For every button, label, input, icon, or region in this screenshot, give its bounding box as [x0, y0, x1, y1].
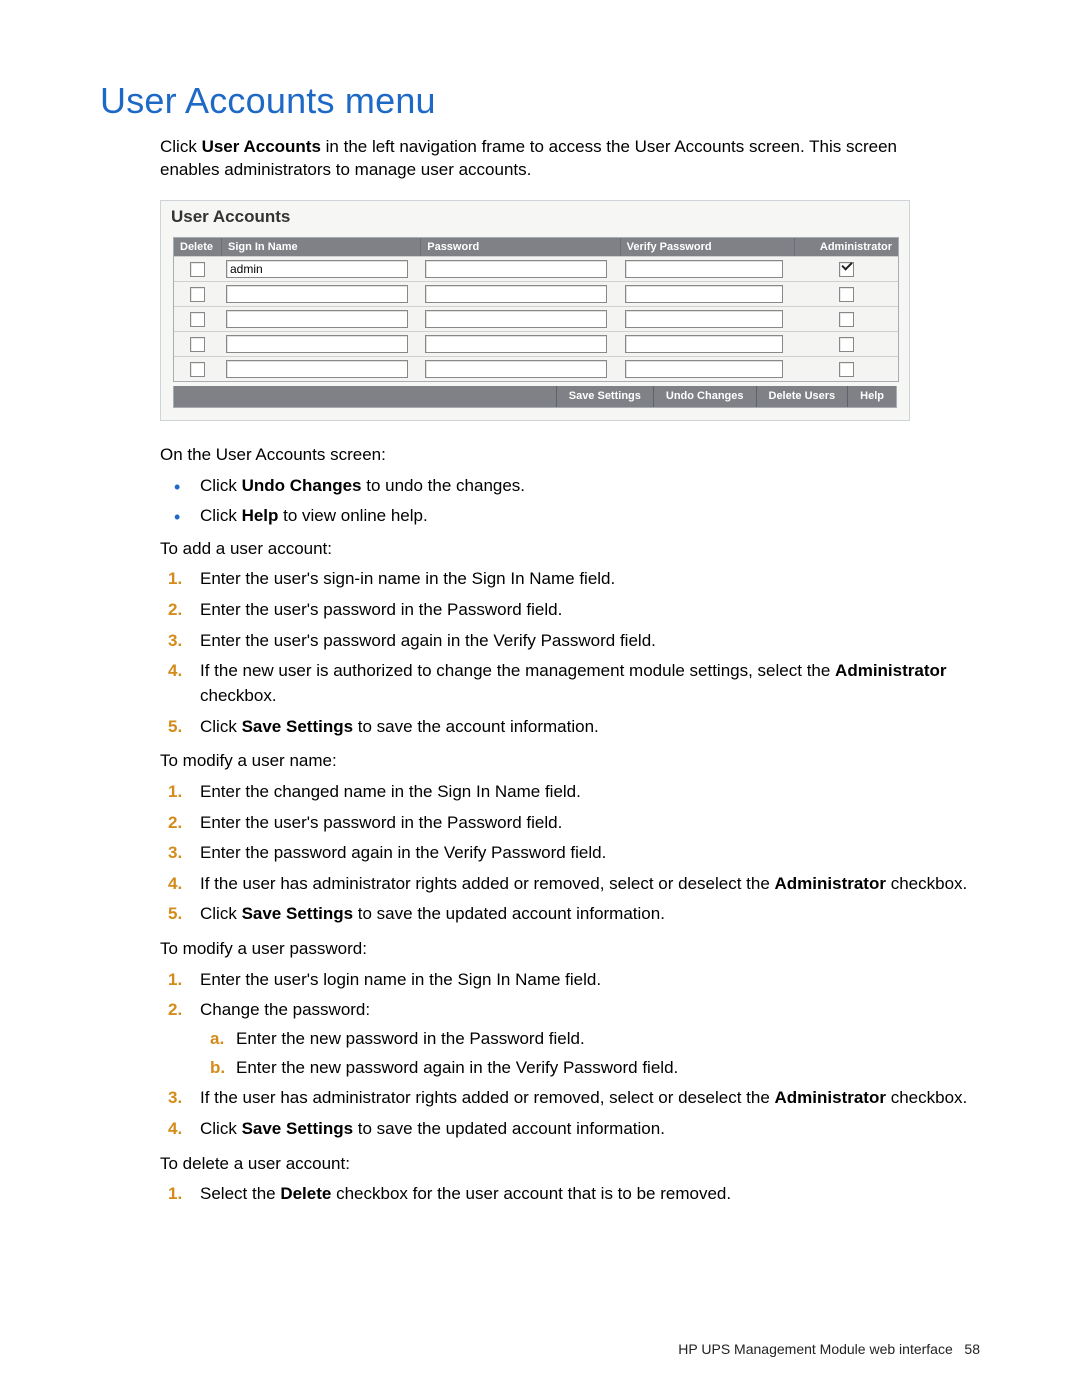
table-row: [174, 331, 898, 356]
table-row: [174, 306, 898, 331]
verify-password-input[interactable]: [625, 285, 783, 303]
verify-password-input[interactable]: [625, 335, 783, 353]
delete-users-button[interactable]: Delete Users: [756, 386, 848, 407]
administrator-checkbox[interactable]: [839, 287, 854, 302]
list-item: Enter the changed name in the Sign In Na…: [160, 780, 980, 805]
panel-title: User Accounts: [161, 201, 909, 231]
delete-checkbox[interactable]: [190, 287, 205, 302]
col-sign-in-name: Sign In Name: [222, 238, 421, 256]
list-item: Click Save Settings to save the account …: [160, 715, 980, 740]
list-item: Enter the password again in the Verify P…: [160, 841, 980, 866]
delete-checkbox[interactable]: [190, 362, 205, 377]
password-input[interactable]: [425, 335, 607, 353]
help-button[interactable]: Help: [847, 386, 896, 407]
table-row: [174, 256, 898, 281]
save-settings-button[interactable]: Save Settings: [556, 386, 653, 407]
list-item: Enter the user's password in the Passwor…: [160, 598, 980, 623]
del-lead: To delete a user account:: [160, 1152, 980, 1177]
list-item: Click Save Settings to save the updated …: [160, 902, 980, 927]
delete-checkbox[interactable]: [190, 262, 205, 277]
table-row: [174, 356, 898, 381]
del-steps: Select the Delete checkbox for the user …: [160, 1182, 980, 1207]
password-input[interactable]: [425, 360, 607, 378]
sign-in-name-input[interactable]: [226, 260, 408, 278]
user-accounts-table: Delete Sign In Name Password Verify Pass…: [173, 237, 899, 382]
add-lead: To add a user account:: [160, 537, 980, 562]
list-item: Enter the user's sign-in name in the Sig…: [160, 567, 980, 592]
password-input[interactable]: [425, 260, 607, 278]
list-item: Click Save Settings to save the updated …: [160, 1117, 980, 1142]
administrator-checkbox[interactable]: [839, 262, 854, 277]
list-item: Click Help to view online help.: [160, 504, 980, 529]
col-administrator: Administrator: [795, 238, 898, 256]
list-item: Enter the new password again in the Veri…: [200, 1056, 980, 1081]
page-title: User Accounts menu: [100, 80, 980, 122]
sign-in-name-input[interactable]: [226, 335, 408, 353]
delete-checkbox[interactable]: [190, 337, 205, 352]
undo-changes-button[interactable]: Undo Changes: [653, 386, 756, 407]
page-footer: HP UPS Management Module web interface 5…: [678, 1341, 980, 1357]
button-bar: Save Settings Undo Changes Delete Users …: [173, 386, 897, 408]
screen-bullets: Click Undo Changes to undo the changes. C…: [160, 474, 980, 529]
list-item: Change the password:Enter the new passwo…: [160, 998, 980, 1080]
sign-in-name-input[interactable]: [226, 360, 408, 378]
screen-lead: On the User Accounts screen:: [160, 443, 980, 468]
verify-password-input[interactable]: [625, 260, 783, 278]
administrator-checkbox[interactable]: [839, 337, 854, 352]
administrator-checkbox[interactable]: [839, 362, 854, 377]
sub-list: Enter the new password in the Password f…: [200, 1027, 980, 1080]
list-item: Click Undo Changes to undo the changes.: [160, 474, 980, 499]
sign-in-name-input[interactable]: [226, 285, 408, 303]
list-item: Enter the new password in the Password f…: [200, 1027, 980, 1052]
list-item: If the new user is authorized to change …: [160, 659, 980, 708]
table-row: [174, 281, 898, 306]
sign-in-name-input[interactable]: [226, 310, 408, 328]
user-accounts-panel: User Accounts Delete Sign In Name Passwo…: [160, 200, 910, 421]
delete-checkbox[interactable]: [190, 312, 205, 327]
list-item: If the user has administrator rights add…: [160, 1086, 980, 1111]
mod-pw-steps: Enter the user's login name in the Sign …: [160, 968, 980, 1142]
col-password: Password: [421, 238, 620, 256]
col-delete: Delete: [174, 238, 222, 256]
intro-bold: User Accounts: [202, 137, 321, 156]
mod-name-lead: To modify a user name:: [160, 749, 980, 774]
verify-password-input[interactable]: [625, 310, 783, 328]
mod-pw-lead: To modify a user password:: [160, 937, 980, 962]
list-item: If the user has administrator rights add…: [160, 872, 980, 897]
verify-password-input[interactable]: [625, 360, 783, 378]
col-verify-password: Verify Password: [621, 238, 795, 256]
list-item: Select the Delete checkbox for the user …: [160, 1182, 980, 1207]
password-input[interactable]: [425, 285, 607, 303]
list-item: Enter the user's login name in the Sign …: [160, 968, 980, 993]
intro-paragraph: Click User Accounts in the left navigati…: [160, 136, 940, 182]
intro-pre: Click: [160, 137, 202, 156]
footer-page: 58: [964, 1341, 980, 1357]
password-input[interactable]: [425, 310, 607, 328]
administrator-checkbox[interactable]: [839, 312, 854, 327]
mod-name-steps: Enter the changed name in the Sign In Na…: [160, 780, 980, 927]
add-steps: Enter the user's sign-in name in the Sig…: [160, 567, 980, 739]
list-item: Enter the user's password in the Passwor…: [160, 811, 980, 836]
list-item: Enter the user's password again in the V…: [160, 629, 980, 654]
footer-text: HP UPS Management Module web interface: [678, 1341, 952, 1357]
